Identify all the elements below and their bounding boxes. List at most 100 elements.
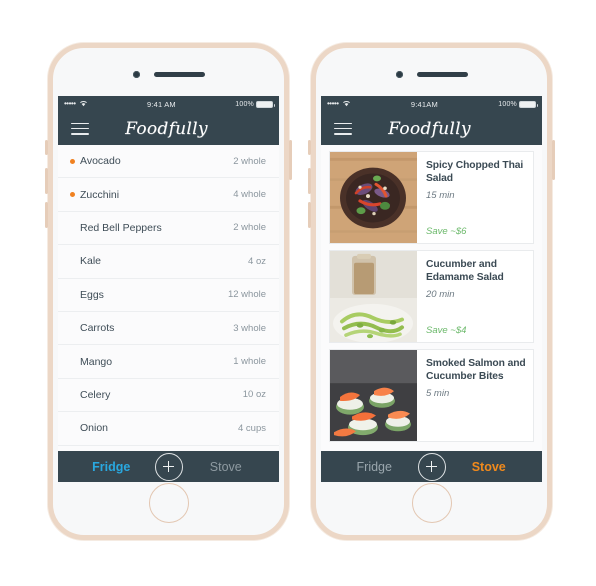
ingredient-name: Mango xyxy=(80,355,113,368)
ingredient-quantity: 12 whole xyxy=(227,289,266,301)
tab-fridge-right[interactable]: Fridge xyxy=(331,460,418,474)
ingredient-list-left: Avocado 2 whole Zucchini 4 whole Red Bell Pe… xyxy=(58,145,279,451)
wifi-icon-left xyxy=(79,100,88,109)
wifi-glyph-left xyxy=(79,100,87,106)
screenshot-canvas: ••••• 9:41 AM 100% Foodfully Avocado 2 w… xyxy=(0,0,596,586)
recipe-savings: Save ~$6 xyxy=(426,226,467,237)
earpiece-speaker-right xyxy=(416,71,468,77)
nav-bar-right: Foodfully xyxy=(321,112,542,145)
home-button-right[interactable] xyxy=(411,483,452,523)
ingredient-quantity: 4 cups xyxy=(238,422,266,434)
earpiece-speaker-left xyxy=(153,71,205,77)
hamburger-menu-icon-right[interactable] xyxy=(334,122,352,135)
ingredient-row[interactable]: Avocado 2 whole xyxy=(58,145,279,179)
power-button-right[interactable] xyxy=(552,140,555,180)
battery-percent-left: 100% xyxy=(235,100,254,108)
recipe-card-body: Smoked Salmon and Cucumber Bites 5 min xyxy=(417,350,533,441)
ingredient-quantity: 4 oz xyxy=(248,255,266,267)
ingredient-row[interactable]: Eggs 12 whole xyxy=(58,278,279,312)
ingredient-row[interactable]: Carrots 3 whole xyxy=(58,311,279,346)
recipe-card[interactable]: Cucumber and Edamame Salad 20 min Save ~$4 xyxy=(329,250,534,343)
volume-up-button-left[interactable] xyxy=(45,168,48,194)
tab-bar-right: Fridge Stove xyxy=(321,451,542,482)
status-bar-signal-left: ••••• xyxy=(64,100,88,109)
ingredient-name: Kale xyxy=(80,255,102,268)
phone-device-right: ••••• 9:41AM 100% Foodfully Spicy Choppe… xyxy=(308,43,555,540)
wifi-glyph-right xyxy=(342,100,350,106)
app-logo-left: Foodfully xyxy=(125,118,208,139)
recipe-card[interactable]: Smoked Salmon and Cucumber Bites 5 min xyxy=(329,349,534,442)
app-logo-right: Foodfully xyxy=(388,118,471,139)
phone-top-hardware-left xyxy=(53,67,284,81)
silent-switch-left[interactable] xyxy=(45,140,48,155)
volume-down-button-left[interactable] xyxy=(45,202,48,228)
recipe-cook-time: 15 min xyxy=(426,190,455,202)
recipe-card-body: Spicy Chopped Thai Salad 15 min Save ~$6 xyxy=(417,152,533,243)
ingredient-name: Onion xyxy=(80,422,109,435)
ingredient-name: Carrots xyxy=(80,322,115,335)
tab-stove-left[interactable]: Stove xyxy=(183,460,270,474)
signal-dots-icon-right: ••••• xyxy=(327,99,339,108)
ingredient-quantity: 10 oz xyxy=(242,389,266,401)
status-bar-time-right: 9:41AM xyxy=(410,99,438,109)
recipe-list-right: Spicy Chopped Thai Salad 15 min Save ~$6 Cu… xyxy=(321,145,542,451)
recipe-cook-time: 5 min xyxy=(426,388,450,400)
silent-switch-right[interactable] xyxy=(308,140,311,155)
expiring-dot-icon xyxy=(70,192,75,198)
status-bar-signal-right: ••••• xyxy=(327,100,351,109)
ingredient-row[interactable]: Red Bell Peppers 2 whole xyxy=(58,211,279,246)
status-bar-left: ••••• 9:41 AM 100% xyxy=(58,96,279,112)
edamame-salad-photo xyxy=(330,251,417,342)
add-item-button-left[interactable] xyxy=(154,452,183,481)
salmon-bites-photo xyxy=(330,350,417,441)
thai-salad-photo xyxy=(330,152,417,243)
power-button-left[interactable] xyxy=(289,140,292,180)
recipe-title: Smoked Salmon and Cucumber Bites xyxy=(426,358,526,382)
ingredient-row[interactable]: Celery 10 oz xyxy=(58,378,279,413)
ingredient-flag-dot-wrap xyxy=(70,158,80,164)
add-item-button-right[interactable] xyxy=(417,452,446,481)
tab-fridge-left[interactable]: Fridge xyxy=(68,460,155,474)
ingredient-row[interactable]: Mango 1 whole xyxy=(58,345,279,379)
volume-down-button-right[interactable] xyxy=(308,202,311,228)
ingredient-quantity: 3 whole xyxy=(233,322,266,334)
ingredient-row[interactable]: Onion 4 cups xyxy=(58,412,279,446)
status-bar-right: ••••• 9:41AM 100% xyxy=(321,96,542,112)
status-bar-time-left: 9:41 AM xyxy=(146,99,176,109)
volume-up-button-right[interactable] xyxy=(308,168,311,194)
battery-icon-left xyxy=(256,100,275,108)
ingredient-name: Avocado xyxy=(80,155,121,168)
ingredient-name: Eggs xyxy=(80,288,104,301)
phone-top-hardware-right xyxy=(316,67,547,81)
recipe-card-body: Cucumber and Edamame Salad 20 min Save ~$4 xyxy=(417,251,533,342)
recipe-card[interactable]: Spicy Chopped Thai Salad 15 min Save ~$6 xyxy=(329,151,534,244)
battery-percent-right: 100% xyxy=(498,100,517,108)
signal-dots-icon-left: ••••• xyxy=(64,99,76,108)
expiring-dot-icon xyxy=(70,158,75,164)
ingredient-quantity: 2 whole xyxy=(233,155,266,167)
ingredient-row[interactable]: Zucchini 4 whole xyxy=(58,178,279,212)
recipe-title: Cucumber and Edamame Salad xyxy=(426,259,504,283)
ingredient-row[interactable]: Kale 4 oz xyxy=(58,245,279,279)
screen-right: ••••• 9:41AM 100% Foodfully Spicy Choppe… xyxy=(321,96,542,482)
front-camera-icon-right xyxy=(395,70,403,78)
ingredient-name: Red Bell Peppers xyxy=(80,221,162,234)
recipe-title: Spicy Chopped Thai Salad xyxy=(426,160,524,184)
home-button-left[interactable] xyxy=(148,483,189,523)
front-camera-icon-left xyxy=(132,70,140,78)
hamburger-menu-icon-left[interactable] xyxy=(71,122,89,135)
phone-device-left: ••••• 9:41 AM 100% Foodfully Avocado 2 w… xyxy=(45,43,292,540)
recipe-cook-time: 20 min xyxy=(426,289,455,301)
battery-icon-right xyxy=(519,100,538,108)
status-bar-battery-left: 100% xyxy=(235,100,275,108)
ingredient-name: Celery xyxy=(80,388,111,401)
nav-bar-left: Foodfully xyxy=(58,112,279,145)
recipe-savings: Save ~$4 xyxy=(426,325,467,336)
tab-bar-left: Fridge Stove xyxy=(58,451,279,482)
screen-left: ••••• 9:41 AM 100% Foodfully Avocado 2 w… xyxy=(58,96,279,482)
wifi-icon-right xyxy=(342,100,351,109)
tab-stove-right[interactable]: Stove xyxy=(446,460,533,474)
status-bar-battery-right: 100% xyxy=(498,100,538,108)
ingredient-name: Zucchini xyxy=(80,188,120,201)
ingredient-flag-dot-wrap xyxy=(70,192,80,198)
